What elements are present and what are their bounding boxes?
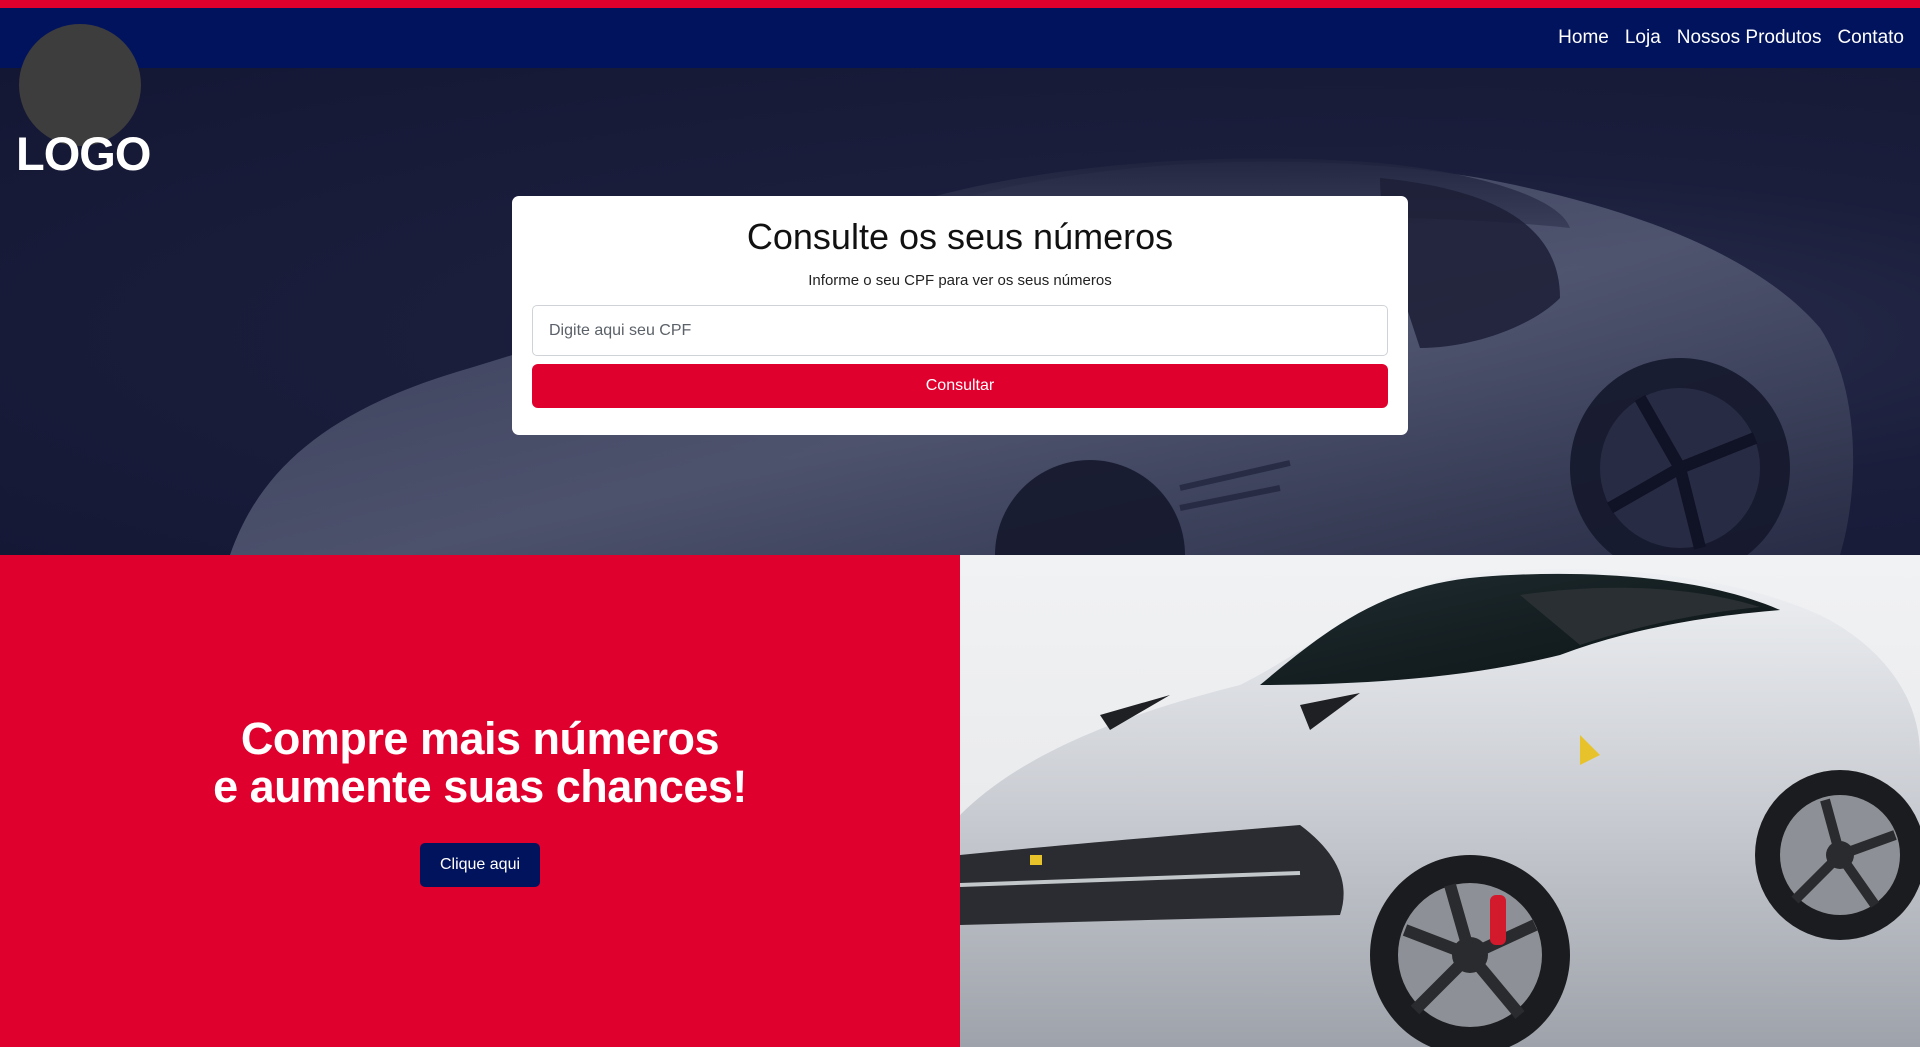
nav-menu: Home Loja Nossos Produtos Contato	[1558, 8, 1904, 68]
nav-link-nossos-produtos[interactable]: Nossos Produtos	[1677, 27, 1822, 49]
logo-text: LOGO	[16, 127, 151, 180]
consult-card: Consulte os seus números Informe o seu C…	[512, 196, 1408, 435]
sports-car-image	[960, 569, 1920, 1047]
consult-title: Consulte os seus números	[746, 216, 1174, 257]
clique-aqui-button[interactable]: Clique aqui	[420, 843, 540, 887]
car-photo-panel	[960, 555, 1920, 1047]
nav-link-contato[interactable]: Contato	[1837, 27, 1904, 49]
cpf-input[interactable]	[532, 305, 1388, 356]
consultar-button[interactable]: Consultar	[532, 364, 1388, 408]
top-accent-stripe	[0, 0, 1920, 8]
consult-subtitle: Informe o seu CPF para ver os seus númer…	[808, 272, 1112, 289]
promo-section: Compre mais números e aumente suas chanc…	[0, 555, 960, 1047]
promo-heading: Compre mais números e aumente suas chanc…	[0, 715, 960, 811]
promo-heading-line1: Compre mais números	[240, 713, 720, 764]
promo-heading-line2: e aumente suas chances!	[213, 761, 747, 812]
nav-link-loja[interactable]: Loja	[1625, 27, 1661, 49]
nav-link-home[interactable]: Home	[1558, 27, 1609, 49]
